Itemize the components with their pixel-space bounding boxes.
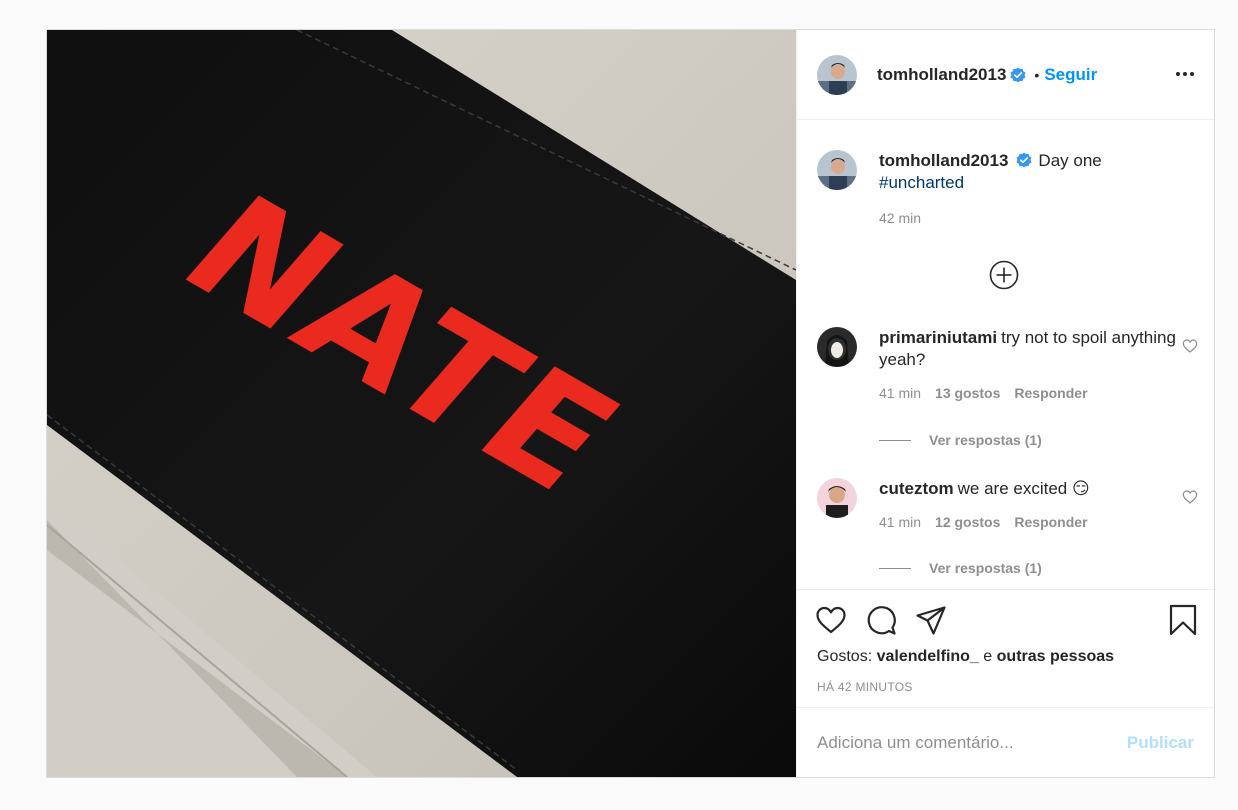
likes-prefix: Gostos: xyxy=(817,648,873,665)
comment-time[interactable]: 41 min xyxy=(879,514,921,530)
post-timestamp[interactable]: HÁ 42 MINUTOS xyxy=(817,680,913,694)
commenter-avatar[interactable] xyxy=(817,327,857,367)
replies-divider xyxy=(879,439,911,441)
comment-text: cuteztom we are excited 😏 xyxy=(879,478,1194,500)
share-paper-plane-icon[interactable] xyxy=(915,604,947,636)
commenter-avatar[interactable] xyxy=(817,478,857,518)
comment-likes[interactable]: 12 gostos xyxy=(935,514,1000,530)
avatar-image xyxy=(817,150,857,190)
author-username[interactable]: tomholland2013 xyxy=(877,65,1006,85)
likes-summary: Gostos: valendelfino_ e outras pessoas xyxy=(817,648,1114,666)
comment-item: primariniutami try not to spoil anything … xyxy=(817,327,1194,401)
view-replies-button[interactable]: Ver respostas (1) xyxy=(879,432,1042,448)
likes-joiner: e xyxy=(983,648,993,665)
comment-input[interactable] xyxy=(817,732,1127,753)
comments-section[interactable]: tomholland2013 Day one #uncharted 42 min xyxy=(797,120,1214,589)
caption-username[interactable]: tomholland2013 xyxy=(879,151,1008,170)
author-avatar[interactable] xyxy=(817,54,857,95)
avatar-image xyxy=(817,327,857,367)
heart-icon[interactable] xyxy=(1182,489,1198,505)
comment-bubble-icon[interactable] xyxy=(865,604,897,636)
comment-text: primariniutami try not to spoil anything … xyxy=(879,327,1194,371)
comment-body: we are excited xyxy=(957,479,1068,498)
plus-circle-icon[interactable] xyxy=(988,259,1020,291)
caption-avatar[interactable] xyxy=(817,150,857,190)
caption-body: Day one xyxy=(1038,151,1102,170)
reply-button[interactable]: Responder xyxy=(1014,385,1087,401)
view-replies-label: Ver respostas (1) xyxy=(929,560,1042,576)
caption-comment: tomholland2013 Day one #uncharted 42 min xyxy=(817,150,1194,226)
commenter-username[interactable]: cuteztom xyxy=(879,479,954,498)
commenter-username[interactable]: primariniutami xyxy=(879,328,997,347)
publish-button[interactable]: Publicar xyxy=(1127,733,1194,753)
verified-badge-icon xyxy=(1016,152,1032,168)
more-horizontal-icon[interactable] xyxy=(1174,64,1196,84)
caption-text: tomholland2013 Day one #uncharted xyxy=(879,150,1194,194)
comment-item: cuteztom we are excited 😏 41 min 12 gosto… xyxy=(817,478,1194,530)
reply-button[interactable]: Responder xyxy=(1014,514,1087,530)
smirk-emoji-icon: 😏 xyxy=(1071,479,1090,498)
follow-button[interactable]: Seguir xyxy=(1044,65,1097,85)
hashtag-link[interactable]: #uncharted xyxy=(879,173,964,192)
caption-time[interactable]: 42 min xyxy=(879,210,921,226)
verified-badge-icon xyxy=(1010,67,1026,82)
bookmark-save-icon[interactable] xyxy=(1167,604,1199,636)
avatar-image xyxy=(817,478,857,518)
like-heart-icon[interactable] xyxy=(815,604,847,636)
follow-separator: • xyxy=(1034,66,1040,83)
add-comment-bar: Publicar xyxy=(797,707,1214,777)
view-replies-button[interactable]: Ver respostas (1) xyxy=(879,560,1042,576)
comment-time[interactable]: 41 min xyxy=(879,385,921,401)
view-replies-label: Ver respostas (1) xyxy=(929,432,1042,448)
likes-others[interactable]: outras pessoas xyxy=(997,648,1114,665)
replies-divider xyxy=(879,567,911,569)
avatar-image xyxy=(817,54,857,95)
liked-by-user[interactable]: valendelfino_ xyxy=(877,648,979,665)
heart-icon[interactable] xyxy=(1182,338,1198,354)
post-image[interactable]: NATE xyxy=(47,30,796,777)
instagram-post: NATE tomholland2013 • Seguir tomholland2… xyxy=(46,29,1215,778)
comment-likes[interactable]: 13 gostos xyxy=(935,385,1000,401)
post-side-panel: tomholland2013 • Seguir tomholland2013 D… xyxy=(796,30,1214,777)
post-photo: NATE xyxy=(47,30,796,777)
post-actions: Gostos: valendelfino_ e outras pessoas H… xyxy=(797,589,1214,707)
post-header: tomholland2013 • Seguir xyxy=(797,30,1214,120)
